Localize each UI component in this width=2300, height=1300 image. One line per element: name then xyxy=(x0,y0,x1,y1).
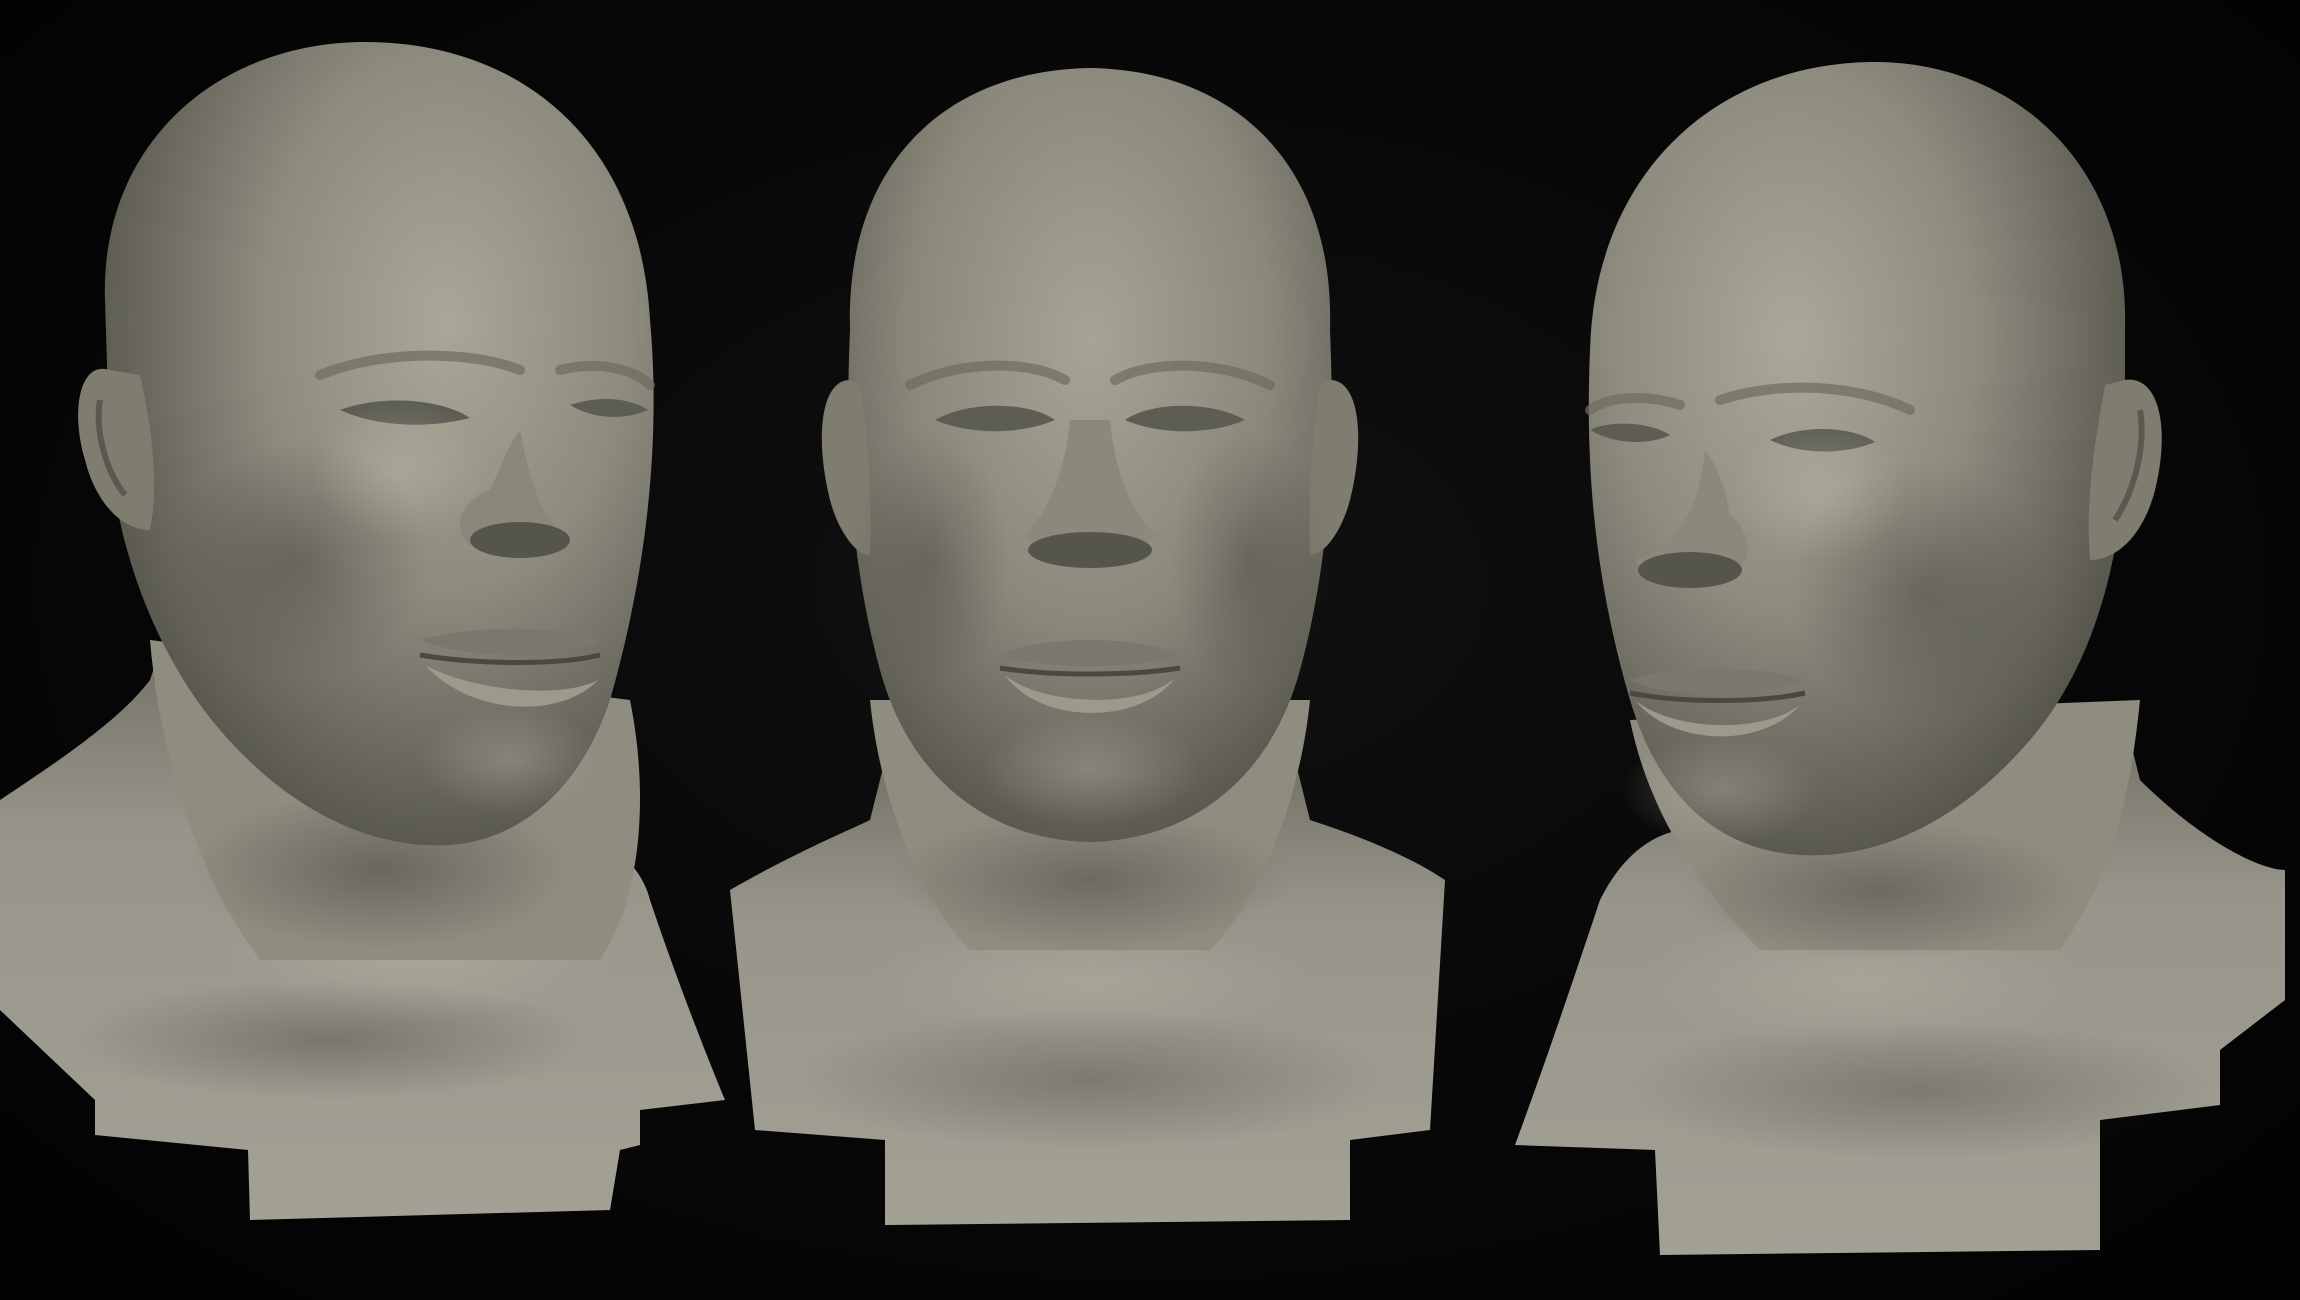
render-canvas xyxy=(0,0,2300,1300)
sculpted-bust-icon xyxy=(730,68,1445,1225)
bust-three-quarter-left xyxy=(0,0,740,1300)
sculpted-bust-icon xyxy=(1515,61,2285,1255)
bust-three-quarter-right xyxy=(1500,0,2300,1300)
bust-front xyxy=(720,0,1460,1300)
sculpted-bust-icon xyxy=(0,41,725,1220)
